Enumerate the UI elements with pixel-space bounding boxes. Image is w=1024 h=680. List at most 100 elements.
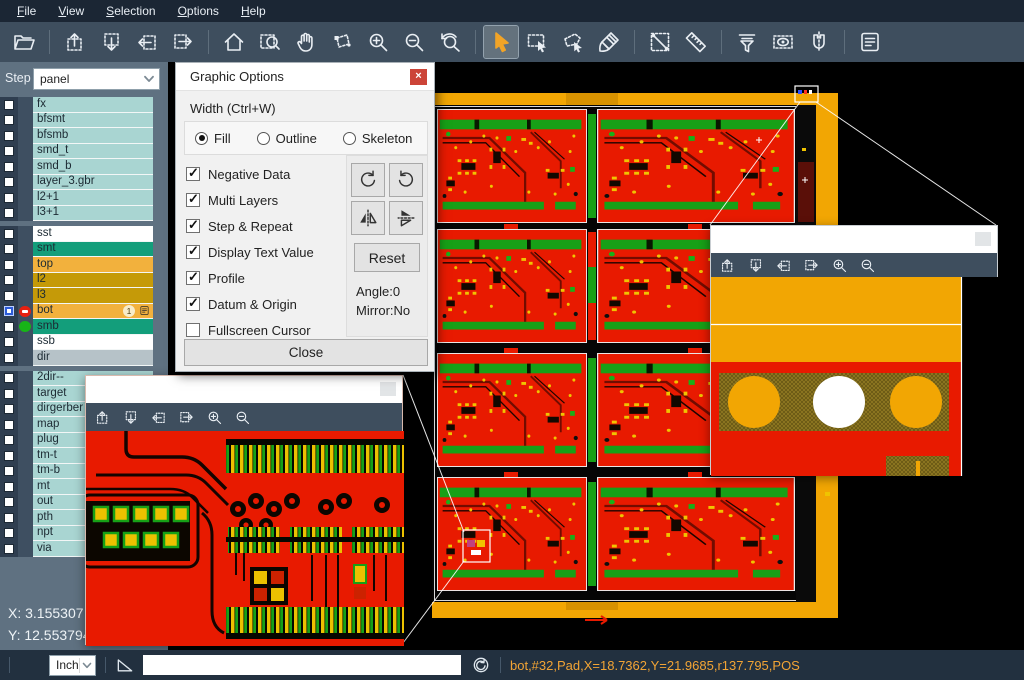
layer-row-smd_t[interactable]: smd_t bbox=[0, 144, 168, 160]
layer-checkbox-fx[interactable] bbox=[4, 100, 14, 110]
pan-hand-button[interactable] bbox=[289, 26, 323, 58]
layer-name-top[interactable]: top bbox=[33, 257, 153, 273]
layer-checkbox-smb[interactable] bbox=[4, 322, 14, 332]
rotate-ccw-button[interactable] bbox=[389, 163, 423, 197]
layer-checkbox-map[interactable] bbox=[4, 420, 14, 430]
angle-mode-icon[interactable] bbox=[115, 655, 135, 675]
layer-checkbox-npt[interactable] bbox=[4, 528, 14, 538]
layer-checkbox-l3+1[interactable] bbox=[4, 208, 14, 218]
zoom-window-button[interactable] bbox=[253, 26, 287, 58]
zoom-polygon-button[interactable] bbox=[325, 26, 359, 58]
zoom-out-button[interactable] bbox=[397, 26, 431, 58]
unit-select[interactable]: Inch bbox=[49, 655, 96, 676]
layer-row-bot[interactable]: bot1 bbox=[0, 304, 168, 320]
layer-name-bot[interactable]: bot1 bbox=[33, 304, 153, 320]
layer-row-bfsmb[interactable]: bfsmb bbox=[0, 128, 168, 144]
layer-row-smd_b[interactable]: smd_b bbox=[0, 159, 168, 175]
checkbox-step-repeat[interactable]: Step & Repeat bbox=[186, 213, 314, 239]
layer-checkbox-2dir--[interactable] bbox=[4, 373, 14, 383]
layer-row-bfsmt[interactable]: bfsmt bbox=[0, 113, 168, 129]
clear-highlight-button[interactable] bbox=[592, 26, 626, 58]
magnifier-2-menu-button[interactable] bbox=[975, 232, 991, 246]
pan-left-icon[interactable] bbox=[150, 409, 167, 426]
menu-options[interactable]: Options bbox=[167, 2, 230, 20]
zoom-out-icon[interactable] bbox=[859, 257, 876, 274]
flip-vertical-button[interactable] bbox=[389, 201, 423, 235]
magnifier-1-titlebar[interactable] bbox=[86, 376, 402, 403]
checkbox-datum-origin[interactable]: Datum & Origin bbox=[186, 291, 314, 317]
pan-left-button[interactable] bbox=[130, 26, 164, 58]
layer-row-top[interactable]: top bbox=[0, 257, 168, 273]
layer-name-bfsmt[interactable]: bfsmt bbox=[33, 113, 153, 129]
pan-up-button[interactable] bbox=[58, 26, 92, 58]
layer-name-l2+1[interactable]: l2+1 bbox=[33, 190, 153, 206]
menu-view[interactable]: View bbox=[47, 2, 95, 20]
layer-row-l3+1[interactable]: l3+1 bbox=[0, 206, 168, 222]
layer-checkbox-pth[interactable] bbox=[4, 513, 14, 523]
layer-checkbox-bfsmb[interactable] bbox=[4, 131, 14, 141]
view-options-button[interactable] bbox=[766, 26, 800, 58]
zoom-home-button[interactable] bbox=[217, 26, 251, 58]
layer-checkbox-dirgerber[interactable] bbox=[4, 404, 14, 414]
layer-checkbox-smd_t[interactable] bbox=[4, 146, 14, 156]
layer-row-smt[interactable]: smt bbox=[0, 242, 168, 258]
poly-select-button[interactable] bbox=[556, 26, 590, 58]
layer-checkbox-bot[interactable] bbox=[4, 306, 14, 316]
layer-name-l3[interactable]: l3 bbox=[33, 288, 153, 304]
layer-checkbox-out[interactable] bbox=[4, 497, 14, 507]
menu-selection[interactable]: Selection bbox=[95, 2, 166, 20]
layer-checkbox-target[interactable] bbox=[4, 389, 14, 399]
layer-checkbox-tm-t[interactable] bbox=[4, 451, 14, 461]
pan-up-icon[interactable] bbox=[719, 257, 736, 274]
filter-button[interactable] bbox=[730, 26, 764, 58]
magnifier-1-view[interactable] bbox=[86, 431, 404, 646]
snap-button[interactable] bbox=[802, 26, 836, 58]
layer-checkbox-bfsmt[interactable] bbox=[4, 115, 14, 125]
step-select[interactable]: panel bbox=[33, 68, 160, 90]
pan-down-icon[interactable] bbox=[747, 257, 764, 274]
flip-horizontal-button[interactable] bbox=[351, 201, 385, 235]
zoom-in-button[interactable] bbox=[361, 26, 395, 58]
menu-file[interactable]: File bbox=[6, 2, 47, 20]
dialog-close-button[interactable]: × bbox=[410, 69, 427, 85]
report-button[interactable] bbox=[853, 26, 887, 58]
layer-name-smd_b[interactable]: smd_b bbox=[33, 159, 153, 175]
reset-button[interactable]: Reset bbox=[354, 243, 420, 272]
layer-checkbox-sst[interactable] bbox=[4, 229, 14, 239]
layer-row-l2[interactable]: l2 bbox=[0, 273, 168, 289]
rotate-cw-button[interactable] bbox=[351, 163, 385, 197]
layer-name-sst[interactable]: sst bbox=[33, 226, 153, 242]
layer-row-fx[interactable]: fx bbox=[0, 97, 168, 113]
checkbox-negative-data[interactable]: Negative Data bbox=[186, 161, 314, 187]
layer-name-l3+1[interactable]: l3+1 bbox=[33, 206, 153, 222]
pan-right-icon[interactable] bbox=[178, 409, 195, 426]
magnifier-1-menu-button[interactable] bbox=[380, 382, 396, 396]
open-file-button[interactable] bbox=[7, 26, 41, 58]
layer-checkbox-plug[interactable] bbox=[4, 435, 14, 445]
zoom-in-icon[interactable] bbox=[831, 257, 848, 274]
command-input[interactable] bbox=[143, 655, 461, 675]
layer-name-layer_3.gbr[interactable]: layer_3.gbr bbox=[33, 175, 153, 191]
layer-checkbox-top[interactable] bbox=[4, 260, 14, 270]
radio-fill[interactable]: Fill bbox=[195, 131, 231, 146]
pan-left-icon[interactable] bbox=[775, 257, 792, 274]
refresh-icon[interactable] bbox=[471, 655, 491, 675]
layer-name-smb[interactable]: smb bbox=[33, 319, 153, 335]
dialog-titlebar[interactable]: Graphic Options × bbox=[176, 63, 434, 91]
layer-row-smb[interactable]: smb bbox=[0, 319, 168, 335]
magnifier-2-titlebar[interactable] bbox=[711, 226, 997, 253]
radio-skeleton[interactable]: Skeleton bbox=[343, 131, 413, 146]
layer-name-fx[interactable]: fx bbox=[33, 97, 153, 113]
layer-checkbox-mt[interactable] bbox=[4, 482, 14, 492]
ruler-button[interactable] bbox=[679, 26, 713, 58]
checkbox-display-text-value[interactable]: Display Text Value bbox=[186, 239, 314, 265]
layer-name-smd_t[interactable]: smd_t bbox=[33, 144, 153, 160]
layer-name-l2[interactable]: l2 bbox=[33, 273, 153, 289]
layer-row-dir[interactable]: dir bbox=[0, 350, 168, 366]
layer-checkbox-ssb[interactable] bbox=[4, 337, 14, 347]
zoom-previous-button[interactable] bbox=[433, 26, 467, 58]
menu-help[interactable]: Help bbox=[230, 2, 277, 20]
layer-checkbox-tm-b[interactable] bbox=[4, 466, 14, 476]
measure-point-button[interactable] bbox=[643, 26, 677, 58]
pan-right-icon[interactable] bbox=[803, 257, 820, 274]
